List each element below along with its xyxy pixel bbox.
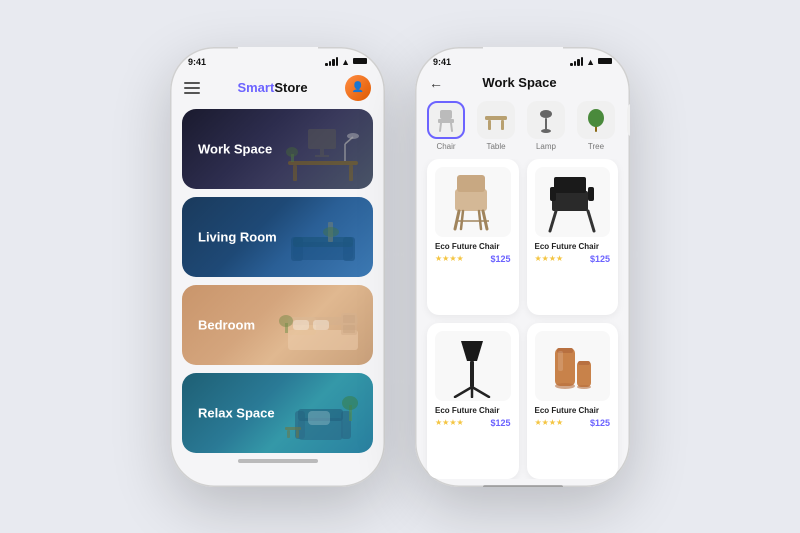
- product-img-1: [435, 167, 511, 237]
- product-price-2: $125: [590, 254, 610, 264]
- filter-item-table[interactable]: Table: [477, 101, 515, 151]
- brand-logo: SmartStore: [237, 79, 307, 97]
- battery-icon: [353, 57, 367, 66]
- wifi-icon-right: ▲: [586, 57, 595, 67]
- relax-illustration: [273, 383, 373, 453]
- category-list: Work Space: [170, 109, 385, 453]
- time-right: 9:41: [433, 57, 451, 67]
- filter-icon-tree: [577, 101, 615, 139]
- user-avatar[interactable]: 👤: [345, 75, 371, 101]
- product-name-1: Eco Future Chair: [435, 242, 511, 251]
- product-card-3[interactable]: Eco Future Chair ★★★★ $125: [427, 323, 519, 479]
- product-card-1[interactable]: Eco Future Chair ★★★★ $125: [427, 159, 519, 315]
- product-price-3: $125: [490, 418, 510, 428]
- filter-label-chair: Chair: [436, 142, 455, 151]
- product-bottom-4: ★★★★ $125: [535, 418, 611, 428]
- tree-filter-icon: [580, 104, 612, 136]
- category-card-livingroom[interactable]: Living Room: [182, 197, 373, 277]
- bedroom-illustration: [273, 295, 373, 365]
- product-stars-3: ★★★★: [435, 418, 464, 427]
- product-name-3: Eco Future Chair: [435, 406, 511, 415]
- workspace-illustration: [273, 119, 373, 189]
- product-bottom-1: ★★★★ $125: [435, 254, 511, 264]
- category-label-bedroom: Bedroom: [198, 317, 255, 332]
- product-name-2: Eco Future Chair: [535, 242, 611, 251]
- category-card-relax[interactable]: Relax Space: [182, 373, 373, 453]
- home-indicator-right: [483, 485, 563, 487]
- filter-icon-chair: [427, 101, 465, 139]
- lamp-filter-icon: [530, 104, 562, 136]
- filter-tabs: Chair Table: [415, 97, 630, 159]
- product-stars-2: ★★★★: [535, 254, 564, 263]
- filter-icon-lamp: [527, 101, 565, 139]
- chair-filter-icon: [430, 104, 462, 136]
- chair-dark-icon: [542, 169, 602, 234]
- detail-header: ← Work Space: [415, 71, 630, 97]
- category-card-bedroom[interactable]: Bedroom: [182, 285, 373, 365]
- product-stars-1: ★★★★: [435, 254, 464, 263]
- vase-copper-icon: [545, 333, 600, 398]
- table-filter-icon: [480, 104, 512, 136]
- right-phone: 9:41 ▲ ← Work Space: [415, 47, 630, 487]
- filter-item-lamp[interactable]: Lamp: [527, 101, 565, 151]
- signal-icon-right: [570, 57, 583, 66]
- chair-light-icon: [443, 169, 503, 234]
- category-label-relax: Relax Space: [198, 405, 275, 420]
- phones-container: 9:41 ▲ SmartStore 👤: [170, 47, 630, 487]
- back-button[interactable]: ←: [429, 75, 443, 91]
- page-title: Work Space: [482, 75, 556, 90]
- notch-right: [483, 47, 563, 69]
- lamp-black-icon: [445, 333, 500, 398]
- left-phone: 9:41 ▲ SmartStore 👤: [170, 47, 385, 487]
- notch-left: [238, 47, 318, 69]
- wifi-icon: ▲: [341, 57, 350, 67]
- filter-label-table: Table: [486, 142, 505, 151]
- product-card-4[interactable]: Eco Future Chair ★★★★ $125: [527, 323, 619, 479]
- filter-item-tree[interactable]: Tree: [577, 101, 615, 151]
- category-label-livingroom: Living Room: [198, 229, 277, 244]
- status-icons-left: ▲: [325, 57, 367, 67]
- product-grid: Eco Future Chair ★★★★ $125: [415, 159, 630, 479]
- status-icons-right: ▲: [570, 57, 612, 67]
- signal-icon: [325, 57, 338, 66]
- livingroom-illustration: [273, 207, 373, 277]
- battery-icon-right: [598, 57, 612, 66]
- brand-smart: Smart: [237, 80, 274, 95]
- filter-icon-table: [477, 101, 515, 139]
- product-price-4: $125: [590, 418, 610, 428]
- filter-item-chair[interactable]: Chair: [427, 101, 465, 151]
- home-header: SmartStore 👤: [170, 71, 385, 109]
- time-left: 9:41: [188, 57, 206, 67]
- filter-icon-item: [627, 101, 630, 139]
- category-label-workspace: Work Space: [198, 141, 272, 156]
- product-name-4: Eco Future Chair: [535, 406, 611, 415]
- product-stars-4: ★★★★: [535, 418, 564, 427]
- category-card-workspace[interactable]: Work Space: [182, 109, 373, 189]
- product-price-1: $125: [490, 254, 510, 264]
- filter-label-lamp: Lamp: [536, 142, 556, 151]
- menu-icon[interactable]: [184, 82, 200, 94]
- filter-item-item[interactable]: Item: [627, 101, 630, 151]
- product-card-2[interactable]: Eco Future Chair ★★★★ $125: [527, 159, 619, 315]
- product-bottom-3: ★★★★ $125: [435, 418, 511, 428]
- brand-store: Store: [274, 80, 307, 95]
- product-img-3: [435, 331, 511, 401]
- product-img-4: [535, 331, 611, 401]
- product-img-2: [535, 167, 611, 237]
- home-indicator-left: [238, 459, 318, 463]
- product-bottom-2: ★★★★ $125: [535, 254, 611, 264]
- filter-label-tree: Tree: [588, 142, 604, 151]
